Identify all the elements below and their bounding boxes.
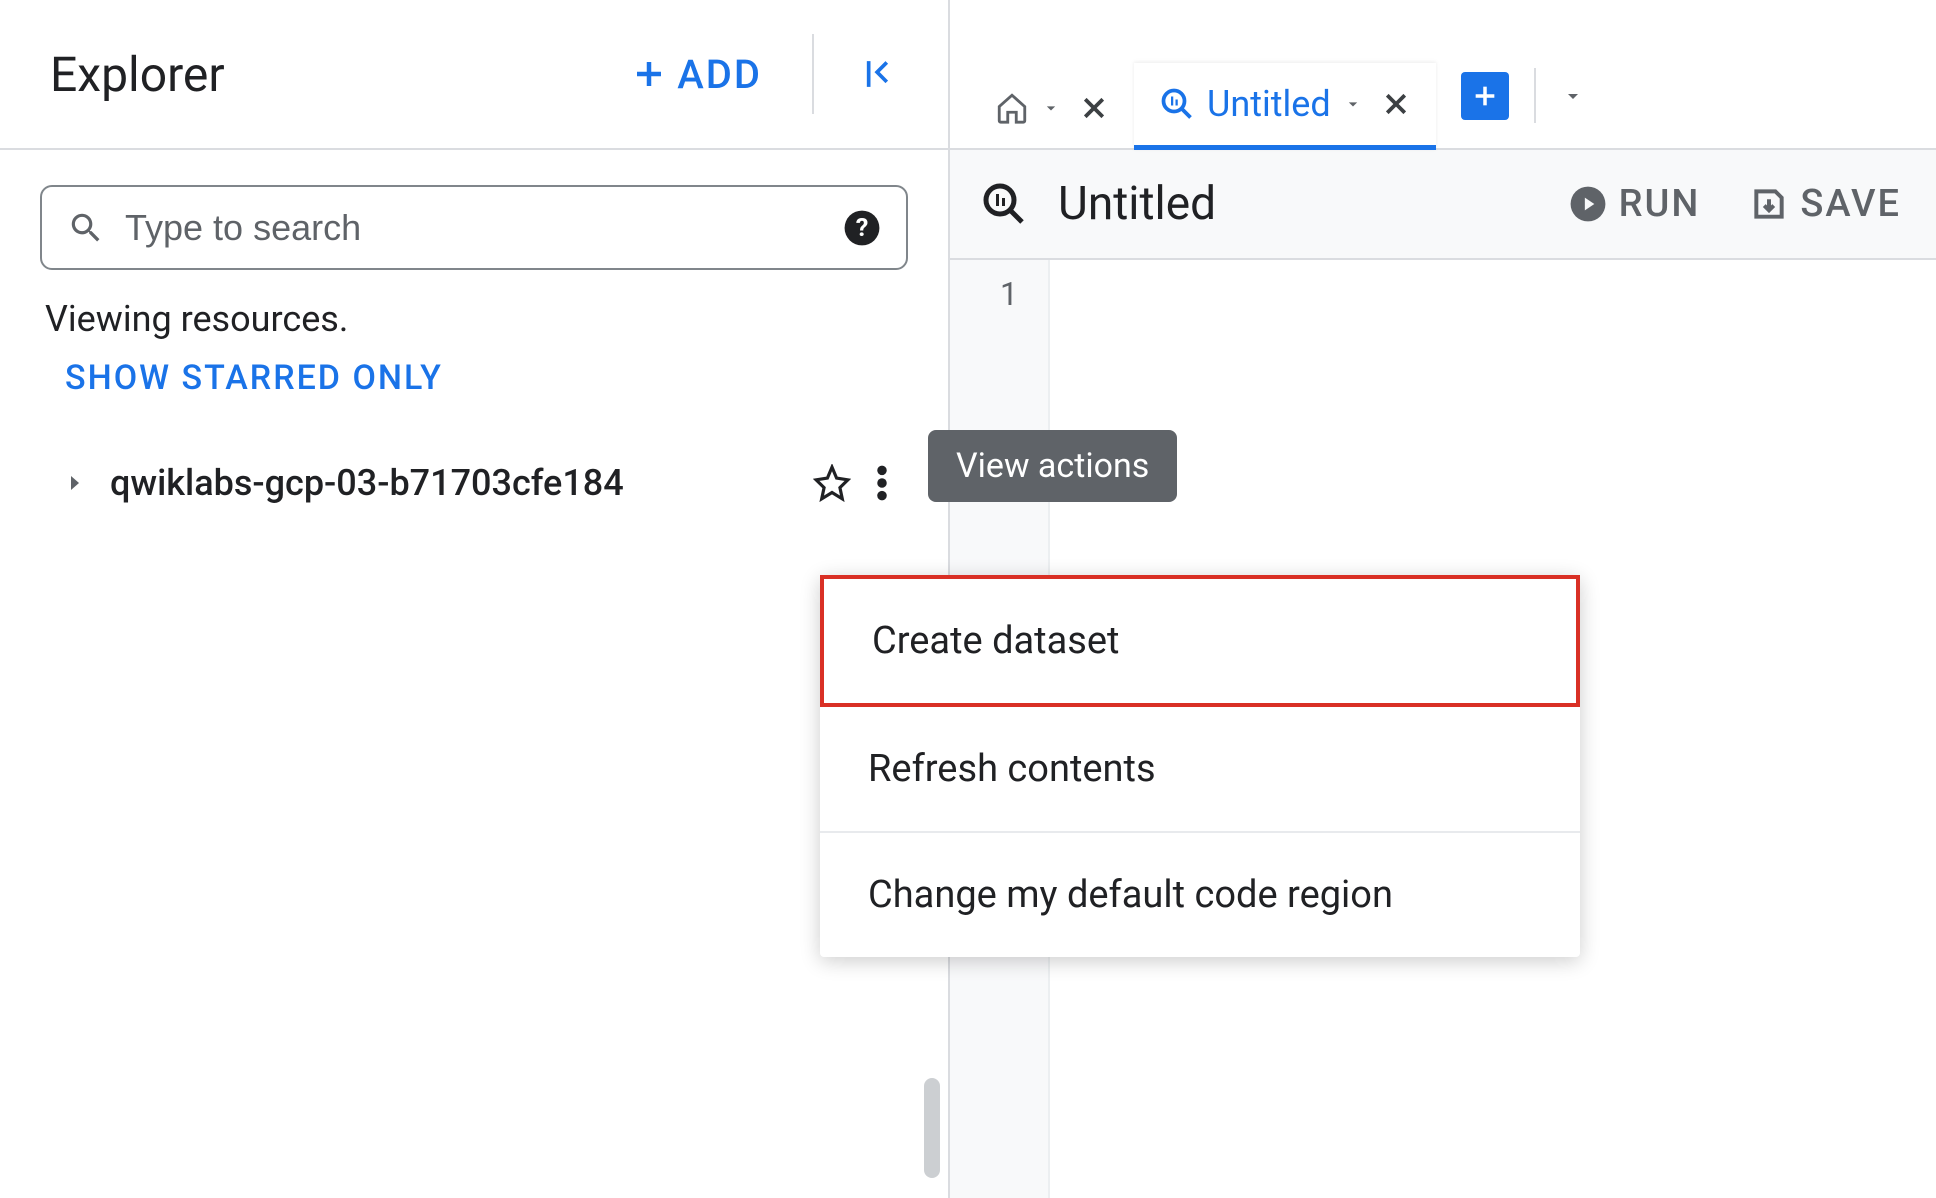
line-number: 1 [950, 275, 1018, 313]
run-button-label: RUN [1619, 182, 1701, 226]
query-icon [980, 180, 1028, 228]
scrollbar-thumb[interactable] [924, 1078, 940, 1178]
project-name: qwiklabs-gcp-03-b71703cfe184 [110, 462, 813, 504]
project-actions-menu: Create dataset Refresh contents Change m… [820, 575, 1580, 957]
tab-dropdown-icon[interactable] [1343, 94, 1363, 114]
close-tab-icon[interactable] [1079, 93, 1109, 123]
show-starred-only-link[interactable]: SHOW STARRED ONLY [65, 358, 443, 398]
divider [1534, 68, 1536, 123]
menu-item-refresh-contents[interactable]: Refresh contents [820, 707, 1580, 831]
home-tab[interactable] [970, 71, 1134, 150]
explorer-header: Explorer ADD [0, 0, 948, 150]
more-actions-icon[interactable] [876, 464, 888, 502]
expand-toggle[interactable] [40, 471, 110, 495]
new-tab-button[interactable] [1461, 72, 1509, 120]
search-icon [67, 209, 105, 247]
search-input[interactable] [125, 207, 823, 249]
tab-label: Untitled [1207, 83, 1331, 125]
play-icon [1569, 185, 1607, 223]
close-tab-icon[interactable] [1381, 89, 1411, 119]
tab-strip: Untitled [950, 0, 1936, 150]
explorer-sidebar: Explorer ADD ? Viewin [0, 0, 950, 1198]
svg-text:?: ? [856, 213, 869, 242]
new-tab-dropdown-icon[interactable] [1561, 84, 1585, 108]
add-button-label: ADD [677, 51, 762, 98]
add-button[interactable]: ADD [611, 41, 782, 108]
save-icon [1750, 185, 1788, 223]
query-tab[interactable]: Untitled [1134, 63, 1436, 150]
run-button[interactable]: RUN [1544, 172, 1726, 236]
star-icon[interactable] [813, 464, 851, 502]
divider [812, 34, 814, 114]
query-toolbar: Untitled RUN SAVE [950, 150, 1936, 260]
help-icon[interactable]: ? [843, 209, 881, 247]
save-button[interactable]: SAVE [1725, 172, 1926, 236]
query-title: Untitled [1058, 177, 1544, 231]
main-area: Untitled [950, 0, 1936, 1198]
view-actions-tooltip: View actions [928, 430, 1177, 502]
plus-icon [631, 56, 667, 92]
query-icon [1159, 86, 1195, 122]
explorer-title: Explorer [50, 46, 611, 103]
tab-dropdown-icon[interactable] [1041, 98, 1061, 118]
resource-view-status: Viewing resources. [45, 298, 908, 340]
collapse-sidebar-button[interactable] [844, 42, 908, 106]
search-box[interactable]: ? [40, 185, 908, 270]
save-button-label: SAVE [1800, 182, 1901, 226]
project-tree-row[interactable]: qwiklabs-gcp-03-b71703cfe184 [40, 453, 908, 513]
menu-item-change-region[interactable]: Change my default code region [820, 833, 1580, 957]
menu-item-create-dataset[interactable]: Create dataset [820, 575, 1580, 707]
home-icon [995, 91, 1029, 125]
